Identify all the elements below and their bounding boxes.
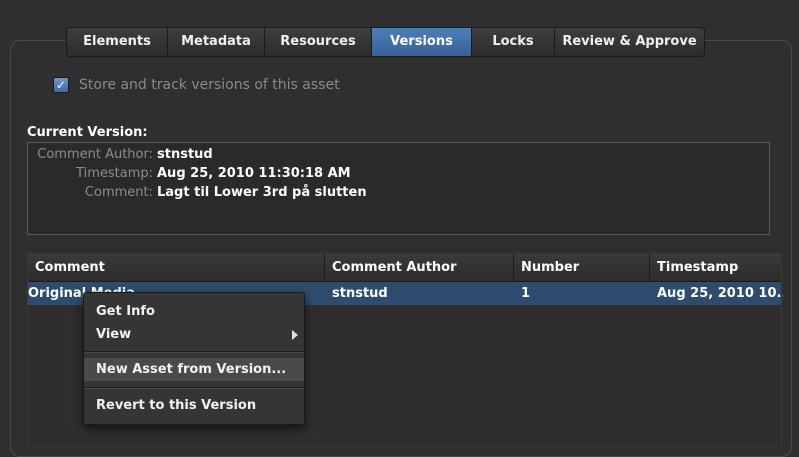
column-header-comment-author[interactable]: Comment Author <box>325 254 514 281</box>
author-label: Comment Author: <box>37 147 153 162</box>
track-versions-row: ✓ Store and track versions of this asset <box>53 77 340 93</box>
submenu-arrow-icon <box>292 330 298 340</box>
comment-row: Comment: Lagt til Lower 3rd på slutten <box>1 185 367 200</box>
menu-item-revert-to-version[interactable]: Revert to this Version <box>84 394 304 417</box>
track-versions-label: Store and track versions of this asset <box>79 77 340 93</box>
tab-resources[interactable]: Resources <box>265 28 372 56</box>
tab-review-approve[interactable]: Review & Approve <box>555 28 704 56</box>
context-menu: Get Info View New Asset from Version... … <box>83 292 305 425</box>
cell-timestamp: Aug 25, 2010 10... <box>657 286 783 301</box>
menu-separator <box>84 387 304 389</box>
tab-elements[interactable]: Elements <box>67 28 168 56</box>
author-value: stnstud <box>157 147 213 162</box>
track-versions-checkbox[interactable]: ✓ <box>53 77 69 93</box>
table-header: Comment Comment Author Number Timestamp <box>28 254 781 282</box>
timestamp-label: Timestamp: <box>76 166 153 181</box>
column-header-timestamp[interactable]: Timestamp <box>650 254 783 281</box>
tab-metadata[interactable]: Metadata <box>168 28 265 56</box>
cell-number: 1 <box>521 286 531 301</box>
menu-item-view-label: View <box>96 327 132 342</box>
tab-locks[interactable]: Locks <box>472 28 555 56</box>
column-header-comment[interactable]: Comment <box>28 254 325 281</box>
current-version-box: Comment Author: stnstud Timestamp: Aug 2… <box>27 142 770 235</box>
timestamp-value: Aug 25, 2010 11:30:18 AM <box>157 166 351 181</box>
cell-author: stnstud <box>332 286 388 301</box>
menu-item-get-info[interactable]: Get Info <box>84 300 304 323</box>
menu-item-new-asset-from-version[interactable]: New Asset from Version... <box>84 358 304 381</box>
checkmark-icon: ✓ <box>55 78 67 92</box>
comment-label: Comment: <box>84 185 153 200</box>
column-header-number[interactable]: Number <box>514 254 650 281</box>
tab-bar: Elements Metadata Resources Versions Loc… <box>66 27 705 57</box>
comment-value: Lagt til Lower 3rd på slutten <box>157 185 367 200</box>
tab-versions[interactable]: Versions <box>372 28 472 56</box>
current-version-title: Current Version: <box>27 125 148 140</box>
timestamp-row: Timestamp: Aug 25, 2010 11:30:18 AM <box>1 166 351 181</box>
menu-item-view[interactable]: View <box>84 323 304 346</box>
author-row: Comment Author: stnstud <box>1 147 213 162</box>
menu-separator <box>84 351 304 353</box>
